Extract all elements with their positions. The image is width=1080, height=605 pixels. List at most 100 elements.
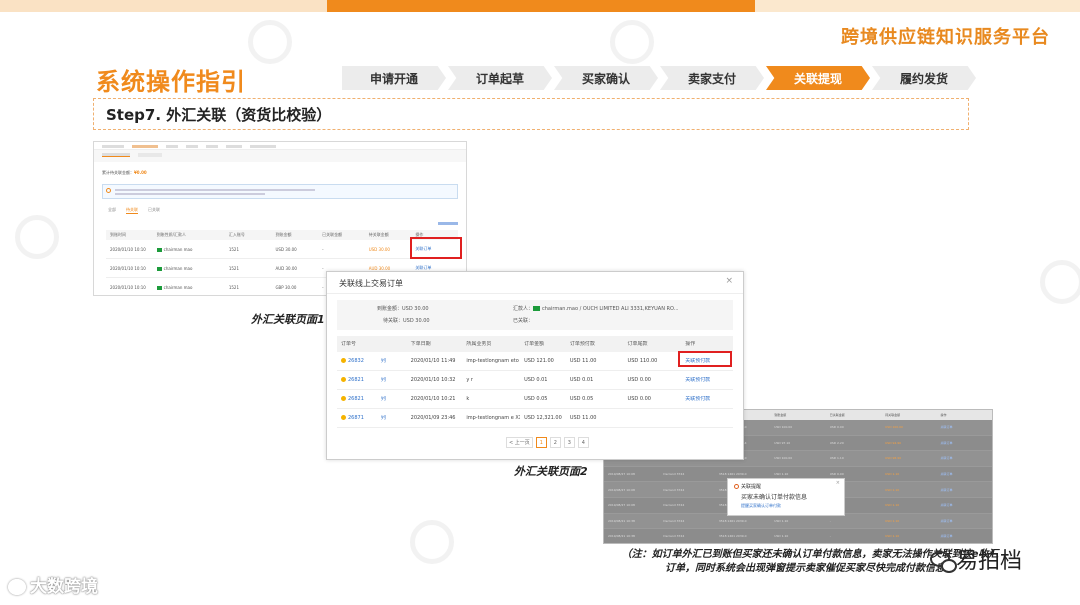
order-tag: 列	[380, 414, 386, 421]
page-3-button[interactable]: 3	[563, 437, 575, 448]
s3-link-order-button[interactable]: 关联订单	[937, 441, 992, 445]
s1-tabs: 全部 待关联 已关联	[94, 199, 466, 218]
caption-page-2: 外汇关联页面2	[514, 465, 588, 478]
step-title: Step7. 外汇关联（资货比校验）	[106, 106, 332, 124]
dialog-title-bar: 关联线上交易订单 ×	[327, 272, 743, 294]
order-number-link[interactable]: 26821	[337, 395, 377, 403]
page-4-button[interactable]: 4	[577, 437, 589, 448]
s1-cell-linked: -	[322, 246, 324, 252]
link-prepayment-button[interactable]: 关联预付款	[681, 377, 733, 384]
step-tab-link-withdraw[interactable]: 关联提现	[766, 66, 870, 90]
s3-link-order-button[interactable]: 关联订单	[937, 425, 992, 429]
s1-cell-payer: chairman mao	[153, 285, 225, 290]
s3-link-order-button[interactable]: 关联订单	[937, 503, 992, 507]
wechat-icon	[930, 551, 957, 573]
payer-label: 汇款人：	[513, 306, 534, 312]
close-icon[interactable]: ×	[836, 480, 840, 486]
remind-buyer-link[interactable]: 提醒买家确认订单付款	[741, 503, 838, 509]
s1-tab-linked[interactable]: 已关联	[148, 207, 160, 214]
s3-cell-linked: USD 0.00	[829, 472, 844, 477]
prepayment: USD 0.05	[569, 395, 594, 402]
payer-info: 汇款人： chairman.mao / OUCH LIMITED ALI 3331…	[513, 305, 679, 312]
s1-tab-all[interactable]: 全部	[108, 207, 116, 214]
order-date: 2020/01/10 10:21	[410, 395, 456, 402]
step-tabs: 申请开通 订单起草 买家确认 卖家支付 关联提现 履约发货	[342, 66, 978, 90]
s3-link-order-button[interactable]: 关联订单	[937, 472, 992, 476]
step-tab-apply[interactable]: 申请开通	[342, 66, 446, 90]
order-amount: USD 0.01	[524, 376, 548, 383]
balance: USD 0.00	[627, 376, 651, 383]
link-prepayment-button[interactable]: 关联预付款	[681, 396, 733, 403]
step-tab-buyer-pay[interactable]: 卖家支付	[660, 66, 764, 90]
flag-icon	[156, 247, 162, 252]
s1-top-right-link[interactable]	[438, 222, 458, 225]
pagination: < 上一页 1 2 3 4	[506, 437, 589, 448]
top-bar-right	[755, 0, 1080, 12]
linked-info: 已关联：	[513, 317, 533, 324]
wechat-account: 易拍档	[930, 543, 1022, 575]
step-tab-ship[interactable]: 履约发货	[872, 66, 976, 90]
step-tab-draft-order[interactable]: 订单起草	[448, 66, 552, 90]
order-date: 2020/01/10 10:32	[410, 376, 456, 383]
order-amount: USD 0.05	[524, 395, 548, 402]
order-number-link[interactable]: 26832	[337, 357, 377, 365]
s1-cell-account: 1521	[228, 265, 240, 271]
watermark-logo-icon	[610, 20, 654, 64]
close-icon[interactable]: ×	[725, 276, 733, 286]
s3-link-order-button[interactable]: 关联订单	[937, 534, 992, 538]
page-2-button[interactable]: 2	[549, 437, 561, 448]
watermark-logo-icon	[15, 215, 59, 259]
s3-col-pending: 待关联金额	[885, 413, 901, 417]
s1-cell-time: 2020/01/10 10:10	[110, 284, 146, 290]
s3-link-order-button[interactable]: 关联订单	[937, 456, 992, 460]
s1-cell-amount: AUD 30.00	[275, 265, 297, 271]
platform-title: 跨境供应链知识服务平台	[841, 27, 1050, 48]
sales-rep: imp-testlongnam eto XXXkg dm	[466, 357, 520, 364]
received-label: 到账金额：	[377, 306, 403, 312]
order-number-link[interactable]: 26871	[337, 414, 377, 422]
s3-cell-time: 2019/08/21 10:38	[608, 518, 635, 523]
s1-table-header: 到账时间 到账性质/汇款人 汇入账号 到账金额 已关联金额 待关联金额 操作	[106, 230, 458, 240]
s3-cell-linked: USD 1.10	[829, 456, 844, 461]
order-number-link[interactable]: 26821	[337, 376, 377, 384]
bottom-left-logo-text: 大数跨境	[30, 577, 98, 597]
dialog-info-panel: 到账金额：USD 30.00 待关联：USD 30.00 汇款人： chairma…	[337, 300, 733, 330]
top-bar-accent	[327, 0, 755, 12]
step-tab-buyer-confirm[interactable]: 买家确认	[554, 66, 658, 90]
s3-cell-payer: Derrand 3744	[663, 518, 685, 523]
s3-cell-amount: USD 1.10	[774, 534, 789, 539]
s3-cell-amount: USD 100.00	[774, 425, 793, 430]
s3-cell-account: 3518 1461 2039.0	[718, 472, 747, 477]
prev-page-button[interactable]: < 上一页	[506, 437, 533, 448]
order-amount: USD 12,321.00	[524, 414, 562, 421]
watermark-logo-icon	[248, 20, 292, 64]
s3-cell-time: 2019/08/27 10:08	[608, 472, 635, 477]
s1-tab-pending[interactable]: 待关联	[126, 207, 138, 214]
s3-cell-time: 2019/08/27 10:08	[608, 487, 635, 492]
payer-value: chairman.mao / OUCH LIMITED ALI 3331,KEY…	[542, 306, 679, 312]
s3-link-order-button[interactable]: 关联订单	[937, 488, 992, 492]
s3-cell-pending: USD 1.10	[885, 534, 900, 539]
s3-cell-account: 3518 1461 2039.0	[718, 518, 747, 523]
order-tag: 列	[380, 376, 386, 383]
s3-link-order-button[interactable]: 关联订单	[937, 519, 992, 523]
s1-summary-value: ¥0.00	[134, 170, 147, 175]
wechat-account-name: 易拍档	[956, 549, 1023, 574]
s1-cell-amount: GBP 30.00	[275, 284, 297, 290]
s3-col-linked: 已关联金额	[829, 413, 845, 417]
s1-cell-account: 1521	[228, 284, 240, 290]
caption-page-1: 外汇关联页面1	[251, 313, 325, 326]
s1-cell-time: 2020/01/10 10:10	[110, 246, 146, 252]
order-number: 26821	[348, 395, 364, 402]
coin-icon	[341, 414, 346, 420]
s3-cell-amount: USD 1.10	[774, 518, 789, 523]
page-1-button[interactable]: 1	[535, 437, 547, 448]
s3-cell-amount: USD 97.10	[774, 440, 791, 445]
s3-cell-pending: USD 94.90	[885, 440, 902, 445]
s3-cell-pending: USD 1.10	[885, 472, 900, 477]
s3-cell-time: 2019/08/21 10:38	[608, 534, 635, 539]
order-number: 26871	[348, 414, 364, 421]
dialog-order-table: 订单号 下单日期 所属业务员 订单金额 订单预付款 订单尾款 操作 26832 列…	[337, 336, 733, 428]
s1-notice	[102, 184, 458, 199]
info-icon	[106, 188, 111, 193]
